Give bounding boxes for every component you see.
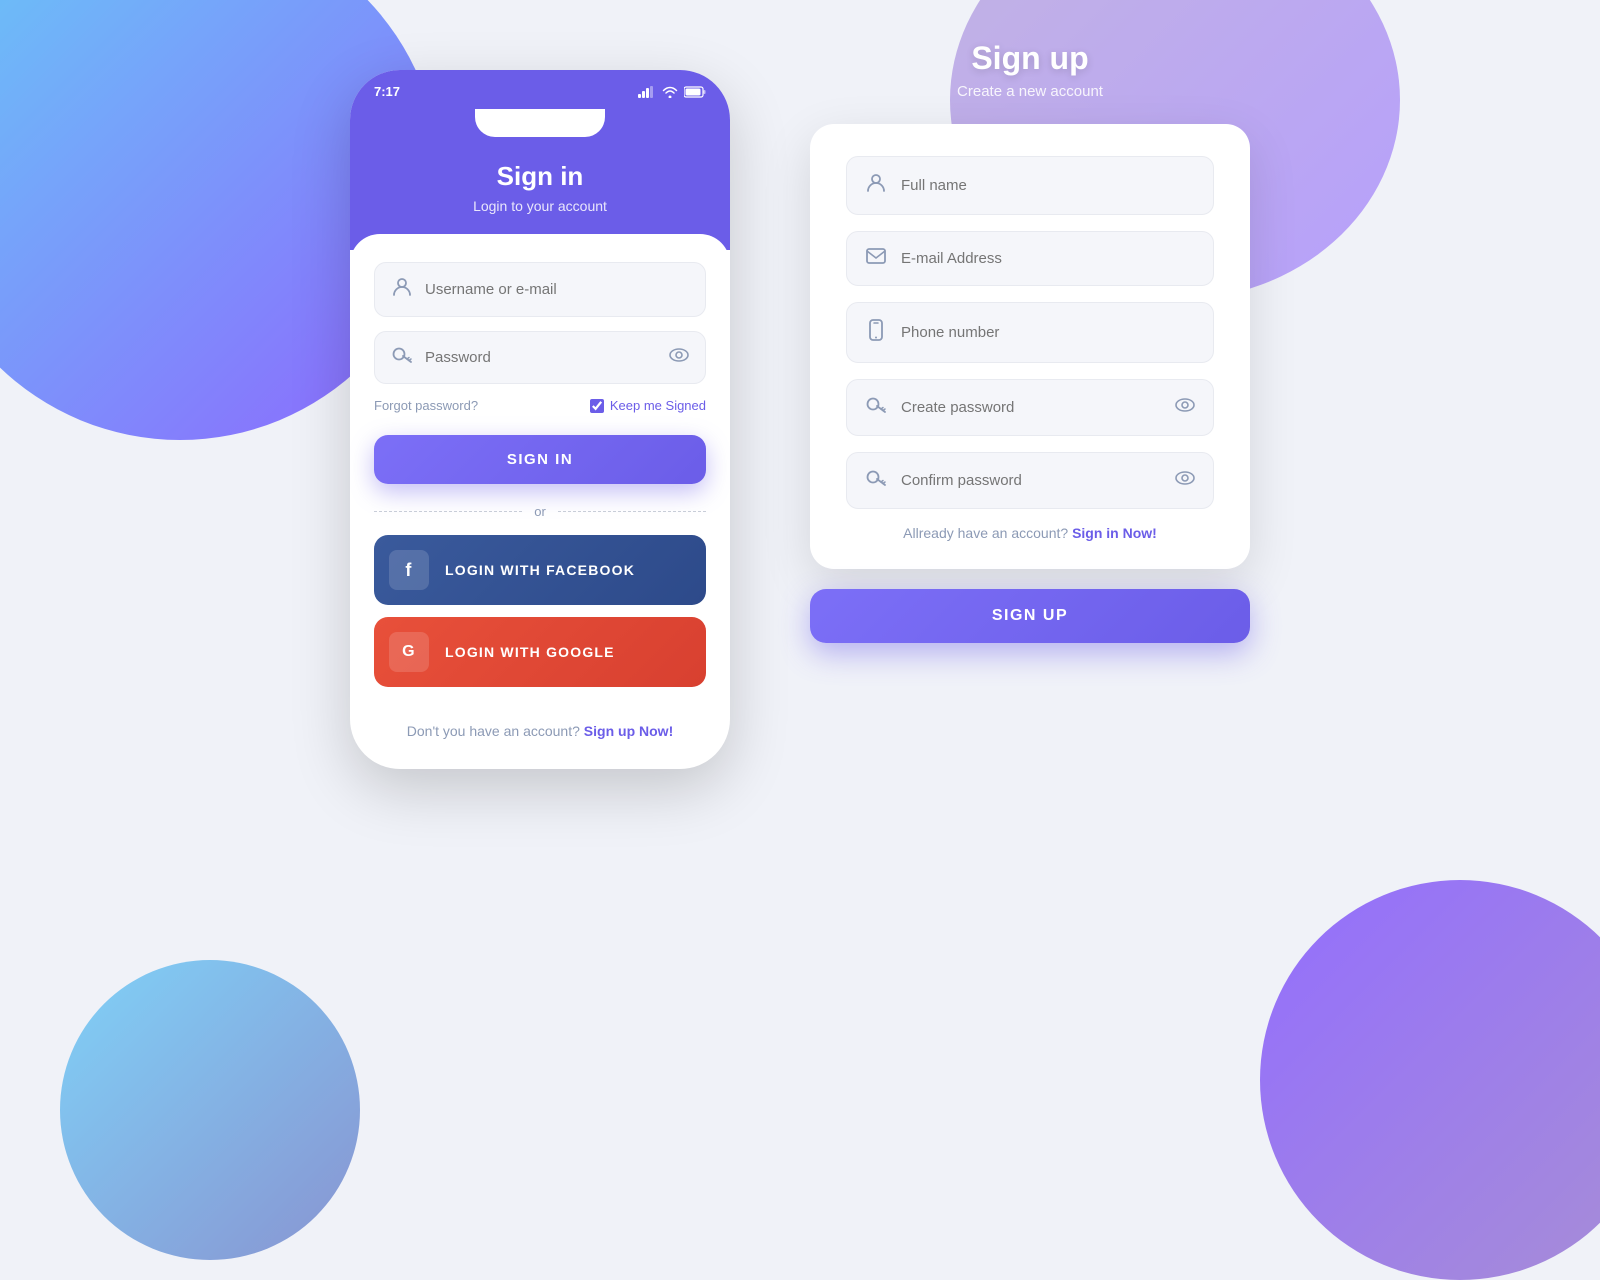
phone-footer-text: Don't you have an account? [407, 723, 580, 739]
email-input[interactable] [901, 250, 1195, 267]
facebook-icon: f [389, 550, 429, 590]
confirm-password-eye-icon[interactable] [1175, 471, 1195, 490]
or-line-left [374, 511, 522, 512]
signup-wrapper: Sign up Create a new account [810, 40, 1250, 643]
phone-input[interactable] [901, 324, 1195, 341]
signup-header: Sign up Create a new account [957, 40, 1103, 100]
username-field-container [374, 262, 706, 317]
create-password-eye-icon[interactable] [1175, 398, 1195, 417]
user-icon [391, 277, 413, 302]
facebook-login-button[interactable]: f LOGIN WITH FACEBOOK [374, 535, 706, 605]
signup-button[interactable]: SIGN UP [810, 589, 1250, 643]
create-password-input[interactable] [901, 399, 1175, 416]
signup-subtitle: Create a new account [957, 83, 1103, 100]
keep-signed-label[interactable]: Keep me Signed [590, 398, 706, 413]
already-account-text: Allready have an account? [903, 525, 1068, 541]
signin-button[interactable]: SIGN IN [374, 435, 706, 484]
signup-card: Allready have an account? Sign in Now! [810, 124, 1250, 569]
username-input[interactable] [425, 281, 689, 298]
email-field-container [846, 231, 1214, 286]
status-icons [638, 86, 706, 98]
phone-notch [475, 109, 605, 137]
phone-time: 7:17 [374, 84, 400, 99]
password-field-container [374, 331, 706, 384]
page-content: 7:17 [0, 0, 1600, 1200]
email-icon [865, 248, 887, 269]
or-divider: or [374, 504, 706, 519]
phone-mockup-wrapper: 7:17 [350, 70, 730, 769]
create-password-key-icon [865, 396, 887, 419]
battery-icon [684, 86, 706, 98]
password-input[interactable] [425, 349, 669, 366]
google-login-button[interactable]: G LOGIN WITH GOOGLE [374, 617, 706, 687]
signin-title: Sign in [370, 161, 710, 192]
google-icon: G [389, 632, 429, 672]
wifi-icon [662, 86, 678, 98]
fullname-field-container [846, 156, 1214, 215]
forgot-password-text[interactable]: Forgot password? [374, 398, 478, 413]
key-icon [391, 346, 413, 369]
create-password-field-container [846, 379, 1214, 436]
signal-icon [638, 86, 656, 98]
or-line-right [558, 511, 706, 512]
signin-subtitle: Login to your account [370, 198, 710, 214]
confirm-password-input[interactable] [901, 472, 1175, 489]
fullname-user-icon [865, 173, 887, 198]
phone-body: Forgot password? Keep me Signed SIGN IN … [350, 234, 730, 707]
fullname-input[interactable] [901, 177, 1195, 194]
phone-mockup: 7:17 [350, 70, 730, 769]
keep-signed-checkbox[interactable] [590, 399, 604, 413]
confirm-password-key-icon [865, 469, 887, 492]
confirm-password-field-container [846, 452, 1214, 509]
phone-field-container [846, 302, 1214, 363]
phone-footer: Don't you have an account? Sign up Now! [350, 707, 730, 739]
signin-now-link[interactable]: Sign in Now! [1072, 525, 1157, 541]
forgot-row: Forgot password? Keep me Signed [374, 398, 706, 413]
phone-notch-area: 7:17 [350, 70, 730, 137]
password-eye-icon[interactable] [669, 348, 689, 367]
signup-title: Sign up [957, 40, 1103, 77]
already-account-row: Allready have an account? Sign in Now! [846, 525, 1214, 541]
signup-now-link[interactable]: Sign up Now! [584, 723, 673, 739]
phone-icon [865, 319, 887, 346]
phone-status-bar: 7:17 [374, 84, 706, 109]
